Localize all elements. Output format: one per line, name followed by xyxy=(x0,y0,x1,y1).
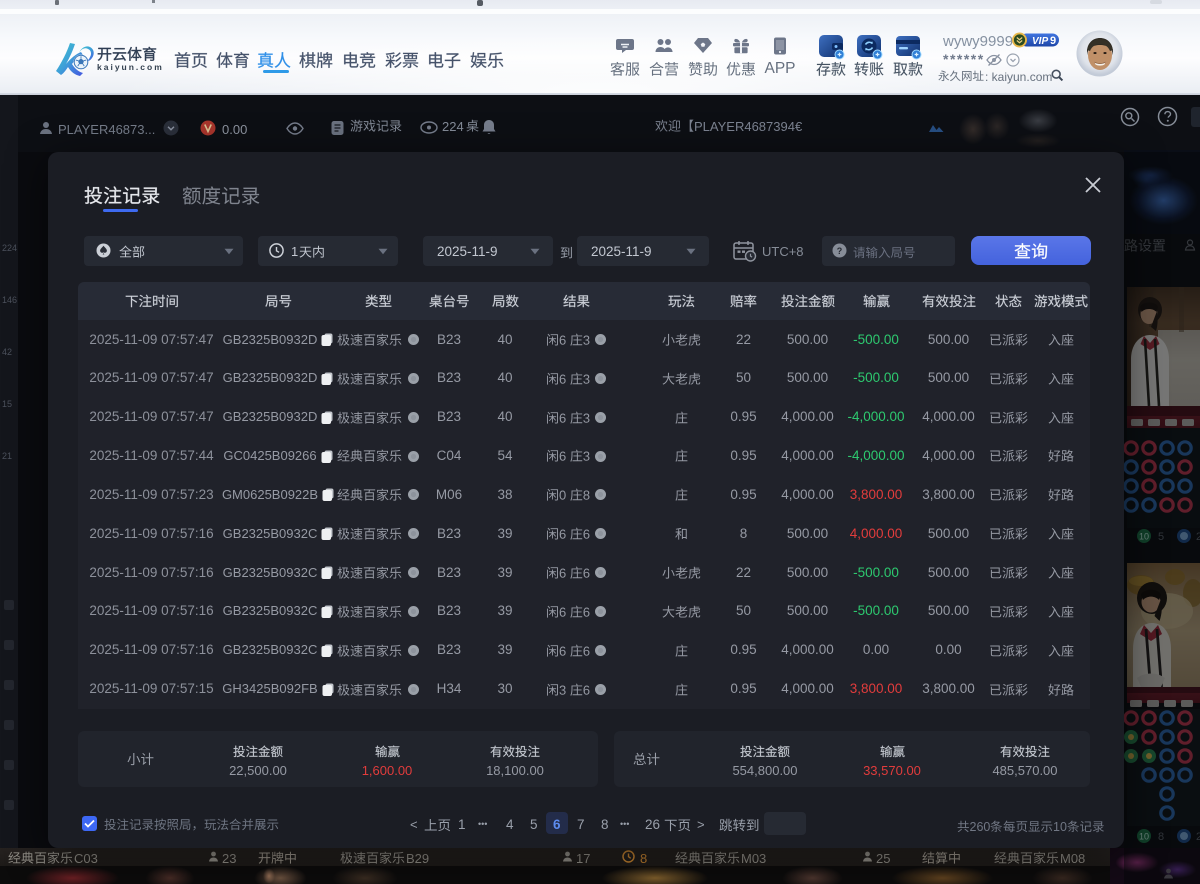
svg-text:VIP: VIP xyxy=(1032,36,1048,47)
svg-text:9: 9 xyxy=(1050,35,1056,47)
svg-text:?: ? xyxy=(837,246,843,256)
